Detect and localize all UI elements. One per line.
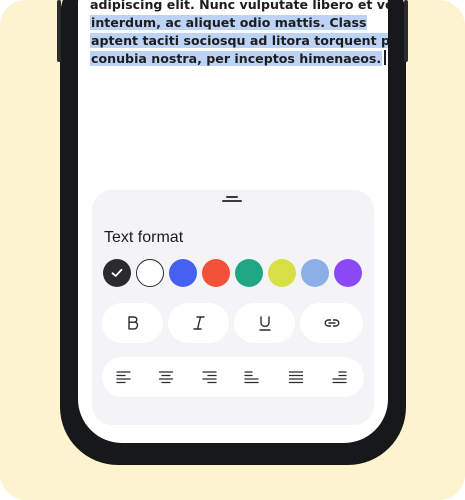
text-format-sheet: Text format: [92, 190, 374, 425]
align-bottom-left-button[interactable]: [244, 369, 260, 385]
align-left-button[interactable]: [116, 369, 132, 385]
link-button[interactable]: [300, 303, 363, 343]
selected-text-line[interactable]: conubia nostra, per inceptos himenaeos.: [90, 51, 383, 66]
color-swatch-white[interactable]: [136, 259, 164, 287]
italic-button[interactable]: [168, 303, 229, 343]
selected-text-line[interactable]: interdum, ac aliquet odio mattis. Class: [90, 15, 368, 30]
color-swatch-black[interactable]: [103, 259, 131, 287]
color-swatch-light-blue[interactable]: [301, 259, 329, 287]
underline-icon: [258, 315, 271, 331]
align-bottom-right-icon: [332, 371, 347, 384]
phone-screen: adipiscing elit. Nunc vulputate libero e…: [78, 0, 388, 443]
align-left-icon: [116, 371, 131, 384]
alignment-toolbar: [102, 357, 364, 397]
phone-side-button: [404, 0, 408, 62]
align-bottom-right-button[interactable]: [331, 369, 347, 385]
sheet-drag-handle[interactable]: [222, 196, 242, 204]
align-right-button[interactable]: [201, 369, 217, 385]
style-button-row: [102, 303, 364, 343]
bold-button[interactable]: [102, 303, 163, 343]
color-swatch-green[interactable]: [235, 259, 263, 287]
color-swatches: [103, 259, 365, 291]
underline-button[interactable]: [234, 303, 295, 343]
selected-text-line[interactable]: aptent taciti sociosqu ad litora torquen…: [90, 33, 388, 48]
link-icon: [323, 319, 340, 327]
color-swatch-yellow[interactable]: [268, 259, 296, 287]
text-line: adipiscing elit. Nunc vulputate libero e…: [90, 0, 388, 12]
align-center-icon: [158, 371, 174, 384]
align-justify-icon: [288, 371, 304, 384]
align-center-button[interactable]: [158, 369, 174, 385]
checkmark-icon: [111, 268, 123, 277]
phone-side-button: [57, 0, 61, 62]
text-caret: [384, 50, 386, 65]
italic-icon: [192, 316, 205, 330]
bold-icon: [127, 316, 138, 330]
align-justify-button[interactable]: [288, 369, 304, 385]
align-right-icon: [202, 371, 217, 384]
text-editor[interactable]: adipiscing elit. Nunc vulputate libero e…: [90, 0, 388, 68]
sheet-title: Text format: [104, 229, 184, 246]
color-swatch-blue[interactable]: [169, 259, 197, 287]
color-swatch-red[interactable]: [202, 259, 230, 287]
align-bottom-left-icon: [244, 371, 259, 384]
color-swatch-purple[interactable]: [334, 259, 362, 287]
